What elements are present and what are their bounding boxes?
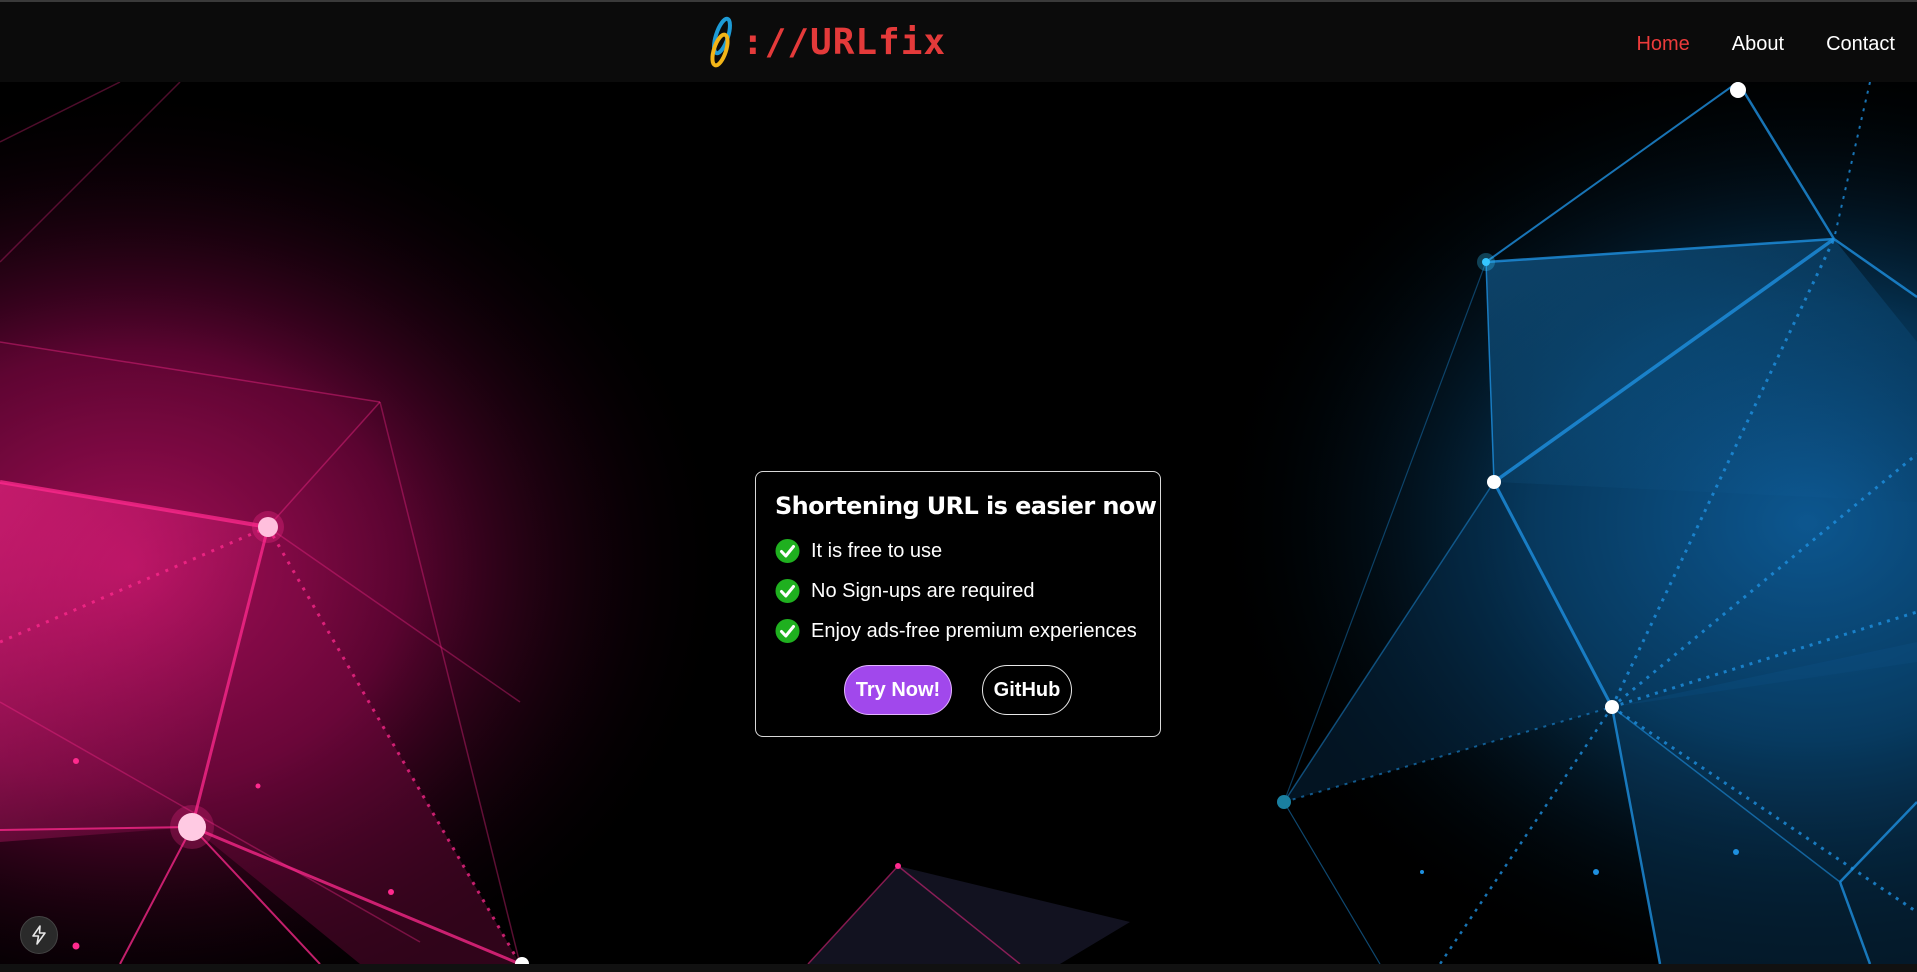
cta-buttons: Try Now! GitHub bbox=[775, 665, 1141, 715]
link-icon bbox=[710, 16, 732, 68]
nav-home[interactable]: Home bbox=[1636, 33, 1689, 56]
lightning-icon bbox=[32, 925, 46, 945]
page: ://URLfix Home About Contact Shortening … bbox=[0, 0, 1917, 972]
navbar: ://URLfix Home About Contact bbox=[0, 2, 1917, 82]
quick-action-button[interactable] bbox=[20, 916, 58, 954]
bottom-border bbox=[0, 964, 1917, 972]
check-circle-icon bbox=[775, 579, 800, 603]
nav-about[interactable]: About bbox=[1732, 33, 1784, 56]
try-now-button[interactable]: Try Now! bbox=[844, 665, 952, 715]
feature-item: Enjoy ads-free premium experiences bbox=[775, 611, 1141, 651]
logo-text: ://URLfix bbox=[742, 21, 947, 63]
feature-list: It is free to use No Sign-ups are requir… bbox=[775, 531, 1141, 651]
main-nav: Home About Contact bbox=[1594, 4, 1895, 84]
feature-item: No Sign-ups are required bbox=[775, 571, 1141, 611]
hero-section: Shortening URL is easier now It is free … bbox=[0, 82, 1917, 964]
feature-text: It is free to use bbox=[811, 539, 943, 562]
hero-card: Shortening URL is easier now It is free … bbox=[755, 471, 1161, 737]
feature-text: Enjoy ads-free premium experiences bbox=[811, 619, 1137, 642]
github-button[interactable]: GitHub bbox=[982, 665, 1072, 715]
site-logo[interactable]: ://URLfix bbox=[706, 10, 946, 74]
check-circle-icon bbox=[775, 539, 800, 563]
feature-item: It is free to use bbox=[775, 531, 1141, 571]
check-circle-icon bbox=[775, 619, 800, 643]
hero-title: Shortening URL is easier now bbox=[775, 492, 1157, 520]
feature-text: No Sign-ups are required bbox=[811, 579, 1035, 602]
nav-contact[interactable]: Contact bbox=[1826, 33, 1895, 56]
